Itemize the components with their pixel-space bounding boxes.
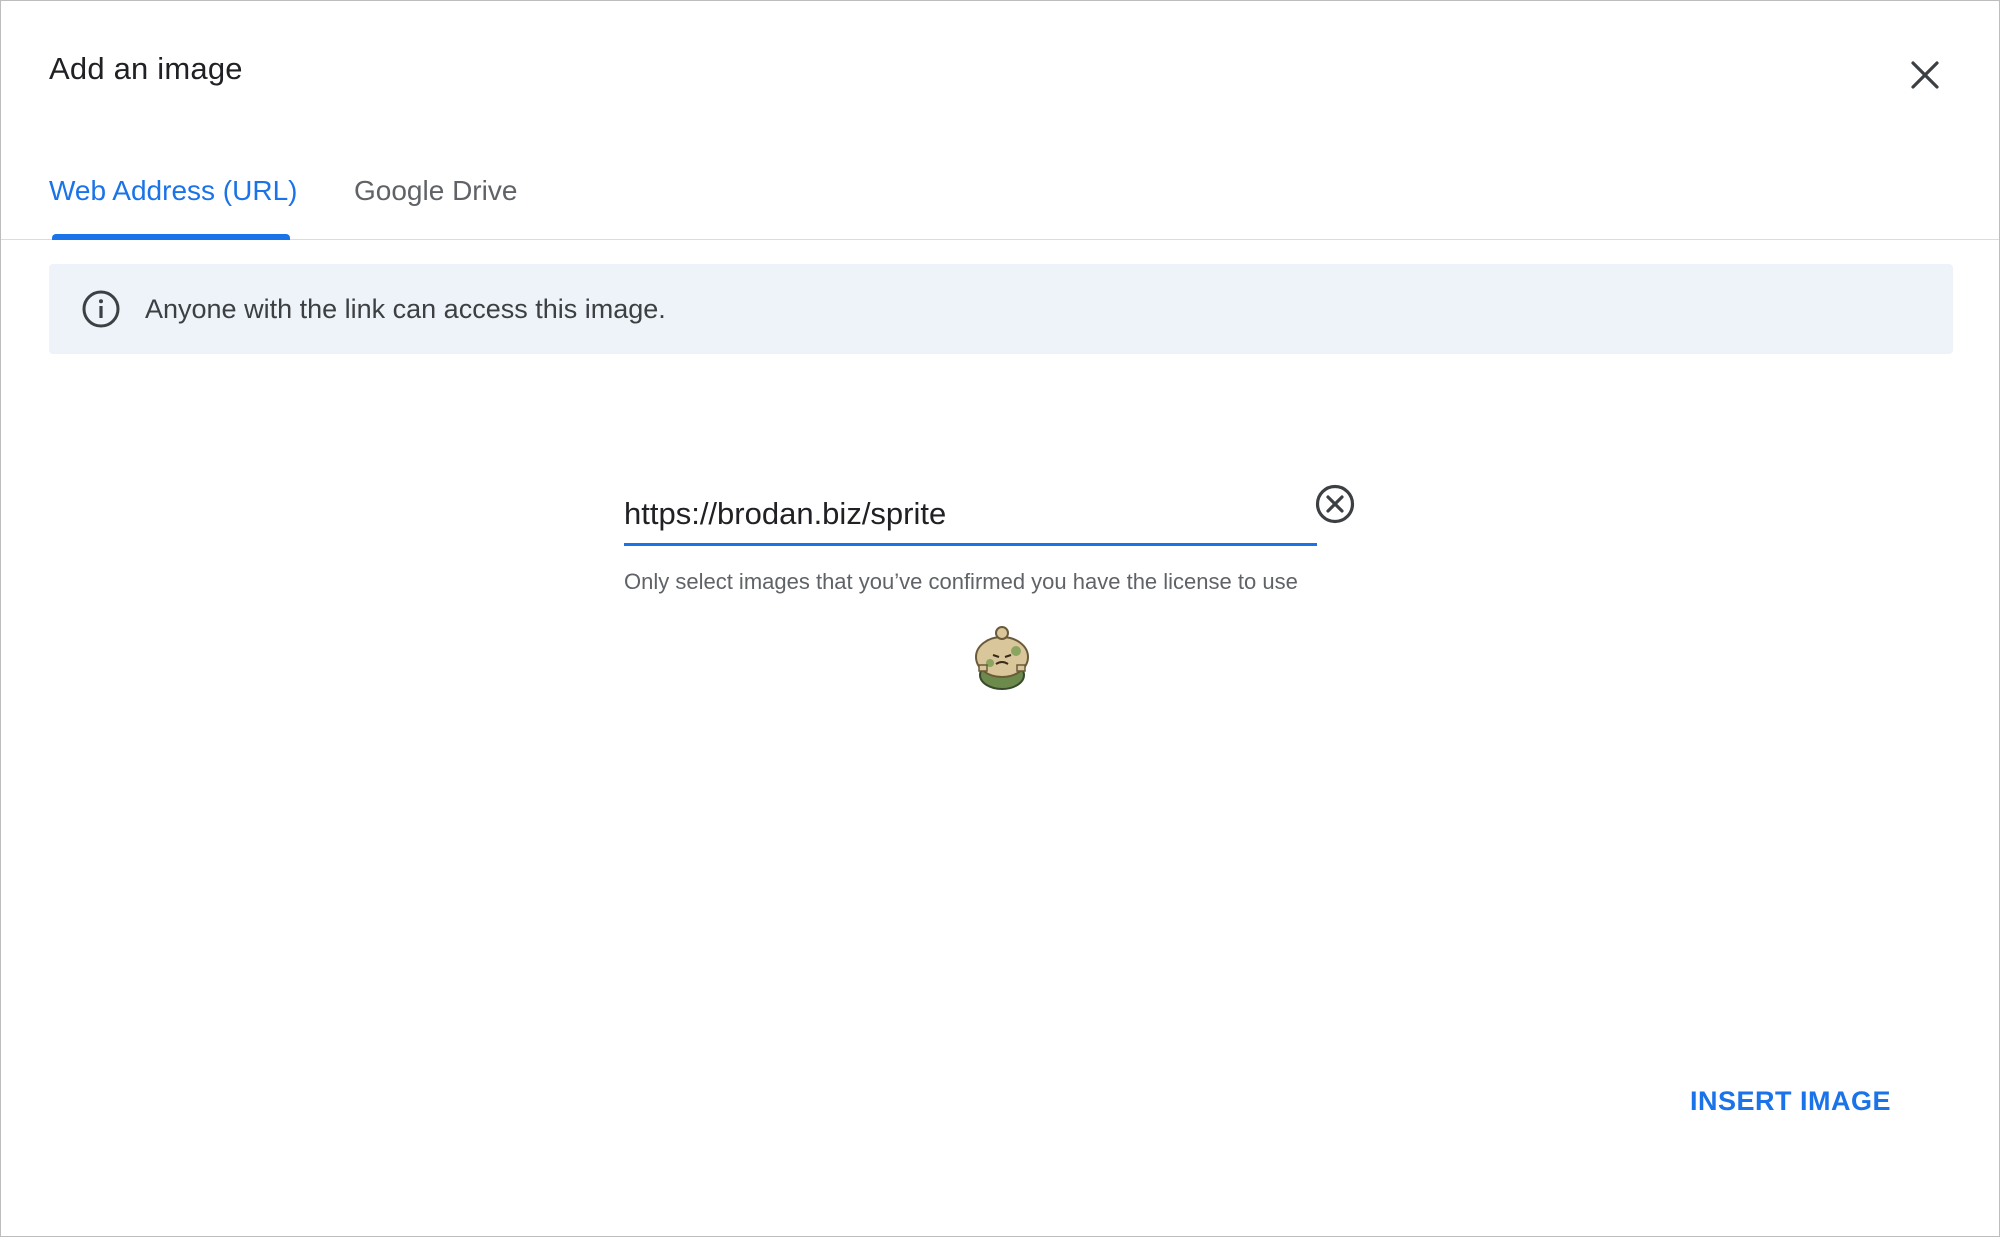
- clear-circle-icon: [1315, 484, 1355, 524]
- info-banner-text: Anyone with the link can access this ima…: [145, 293, 666, 324]
- tab-bar: Web Address (URL) Google Drive: [1, 161, 1999, 240]
- url-input[interactable]: [624, 491, 1304, 537]
- tab-google-drive[interactable]: Google Drive: [354, 175, 517, 207]
- active-tab-indicator: [52, 234, 290, 240]
- close-button[interactable]: [1903, 53, 1947, 97]
- image-preview: [963, 621, 1041, 695]
- url-field: [624, 481, 1317, 546]
- info-banner: Anyone with the link can access this ima…: [49, 264, 1953, 354]
- dialog-title: Add an image: [49, 51, 243, 86]
- insert-image-button[interactable]: INSERT IMAGE: [1690, 1086, 1891, 1117]
- tab-web-address[interactable]: Web Address (URL): [49, 175, 297, 207]
- info-icon: [81, 289, 121, 329]
- sprite-preview-image: [975, 626, 1029, 690]
- license-helper-text: Only select images that you’ve confirmed…: [624, 569, 1298, 594]
- close-icon: [1911, 61, 1939, 89]
- add-image-dialog: Add an image Web Address (URL) Google Dr…: [0, 0, 2000, 1237]
- clear-url-button[interactable]: [1314, 483, 1356, 525]
